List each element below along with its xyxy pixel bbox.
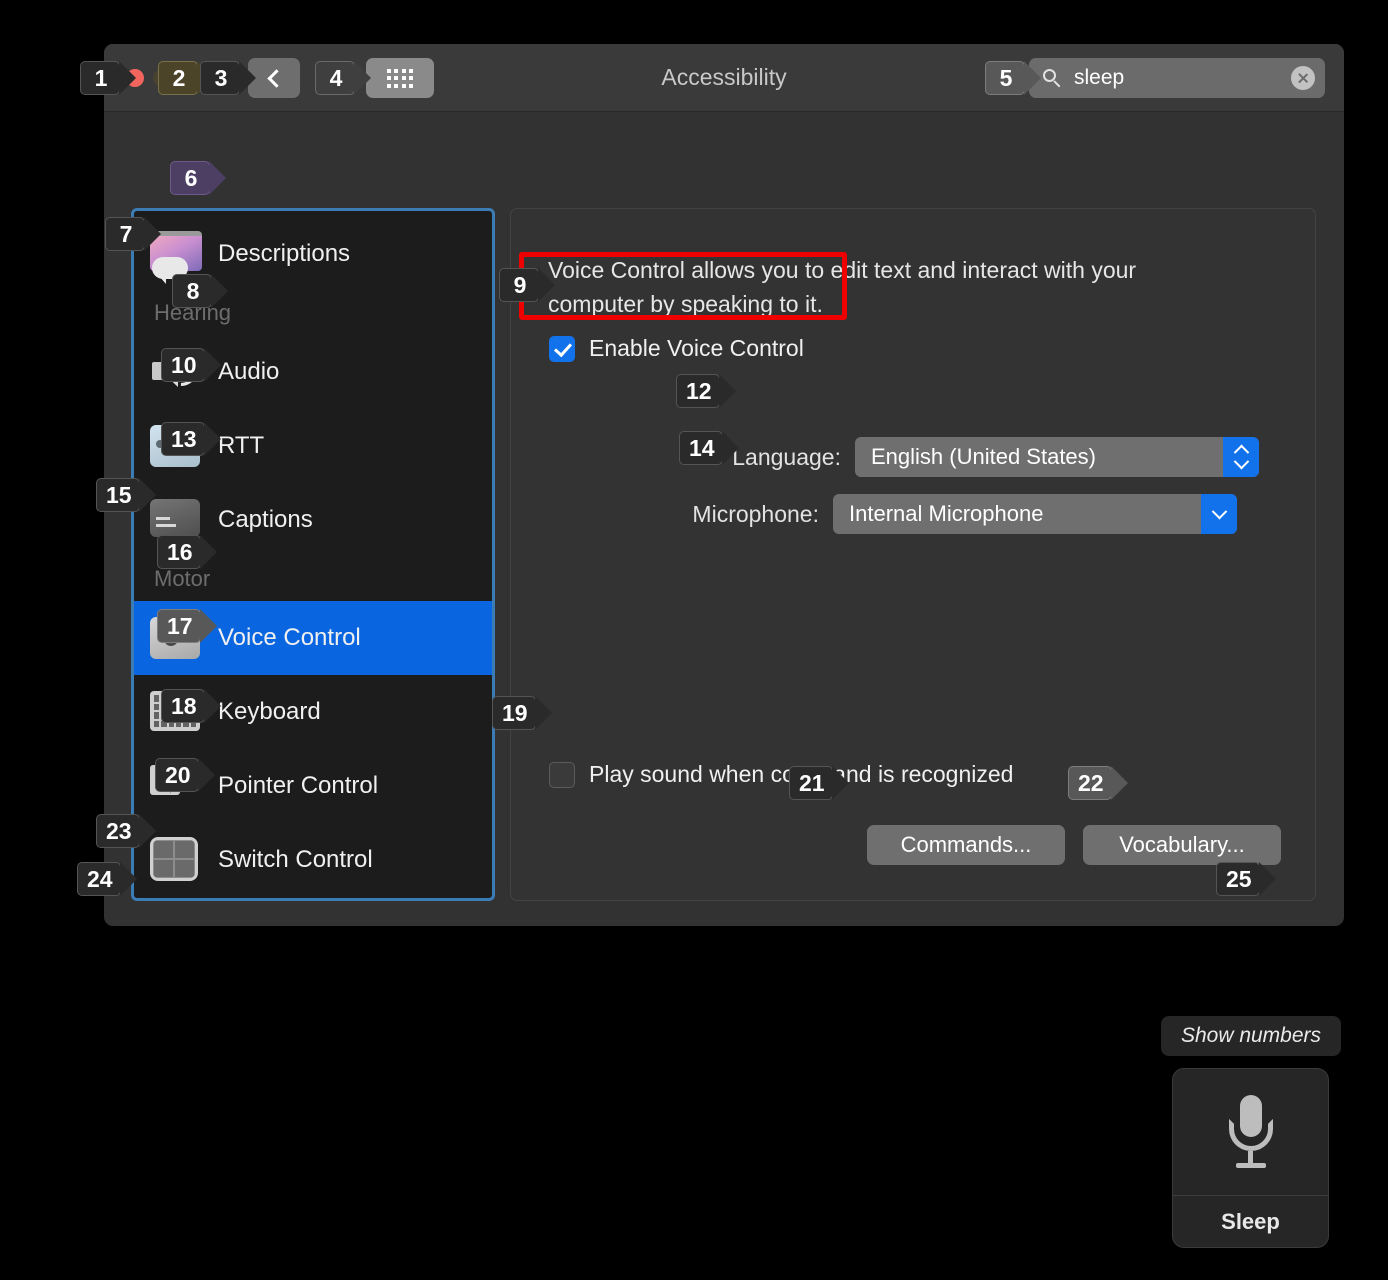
sidebar-item-label: Voice Control	[218, 624, 361, 652]
hud-state-label: Sleep	[1173, 1195, 1328, 1247]
overlay-number-21: 21	[789, 766, 833, 800]
window-body: Descriptions Hearing Audio	[104, 112, 1344, 926]
enable-voice-control-checkbox[interactable]	[549, 336, 575, 362]
sidebar-item-label: Captions	[218, 506, 313, 534]
overlay-number-19: 19	[492, 696, 536, 730]
overlay-number-15: 15	[96, 478, 140, 512]
overlay-number-1: 1	[80, 61, 120, 95]
play-sound-checkbox[interactable]	[549, 762, 575, 788]
overlay-number-4: 4	[315, 61, 355, 95]
commands-button[interactable]: Commands...	[867, 825, 1065, 865]
sidebar-item-label: Pointer Control	[218, 772, 378, 800]
overlay-number-17: 17	[157, 609, 201, 643]
overlay-number-6: 6	[170, 161, 210, 195]
overlay-number-25: 25	[1216, 862, 1260, 896]
play-sound-row[interactable]: Play sound when command is recognized	[549, 761, 1013, 788]
overlay-number-24: 24	[77, 862, 121, 896]
show-numbers-tooltip: Show numbers	[1161, 1016, 1341, 1056]
voice-control-hud[interactable]: Sleep	[1172, 1068, 1329, 1248]
pane-button-row: Commands... Vocabulary...	[867, 825, 1281, 865]
enable-voice-control-row[interactable]: Enable Voice Control	[549, 335, 804, 362]
overlay-number-23: 23	[96, 814, 140, 848]
sidebar-group-general: General	[134, 897, 492, 901]
overlay-number-20: 20	[155, 758, 199, 792]
screenshot-root: Accessibility sleep Descriptions	[0, 0, 1388, 1280]
search-input[interactable]: sleep	[1074, 66, 1291, 90]
voice-control-pane: Voice Control allows you to edit text an…	[510, 208, 1316, 901]
overlay-number-7: 7	[105, 217, 145, 251]
sidebar-item-label: Keyboard	[218, 698, 321, 726]
search-field[interactable]: sleep	[1029, 58, 1325, 98]
language-select[interactable]: English (United States)	[855, 437, 1259, 477]
overlay-number-13: 13	[161, 422, 205, 456]
overlay-number-8: 8	[172, 274, 212, 308]
sidebar-item-label: RTT	[218, 432, 264, 460]
overlay-number-18: 18	[161, 689, 205, 723]
vocabulary-button[interactable]: Vocabulary...	[1083, 825, 1281, 865]
sidebar-item-label: Audio	[218, 358, 279, 386]
window-titlebar: Accessibility sleep	[104, 44, 1344, 112]
chevron-up-down-icon	[1223, 437, 1259, 477]
sidebar-item-label: Descriptions	[218, 240, 350, 268]
sidebar-item-switch-control[interactable]: Switch Control	[134, 823, 492, 897]
clear-search-icon[interactable]	[1291, 66, 1315, 90]
overlay-number-5: 5	[985, 61, 1025, 95]
overlay-number-3: 3	[200, 61, 240, 95]
sidebar-item-label: Switch Control	[218, 846, 373, 874]
search-icon	[1043, 69, 1062, 88]
pane-description: Voice Control allows you to edit text an…	[548, 253, 1208, 321]
overlay-number-9: 9	[499, 268, 539, 302]
overlay-number-22: 22	[1068, 766, 1112, 800]
language-value: English (United States)	[871, 444, 1096, 470]
overlay-number-2: 2	[158, 61, 198, 95]
microphone-select[interactable]: Internal Microphone	[833, 494, 1237, 534]
overlay-number-10: 10	[161, 348, 205, 382]
enable-voice-control-label: Enable Voice Control	[589, 335, 804, 362]
microphone-row: Microphone: Internal Microphone	[589, 494, 1237, 534]
switch-control-icon	[150, 837, 202, 883]
overlay-number-14: 14	[679, 431, 723, 465]
system-preferences-window: Accessibility sleep Descriptions	[104, 44, 1344, 926]
overlay-number-16: 16	[157, 535, 201, 569]
overlay-number-12: 12	[676, 374, 720, 408]
microphone-value: Internal Microphone	[849, 501, 1043, 527]
microphone-icon	[1173, 1069, 1328, 1195]
chevron-down-icon	[1201, 494, 1237, 534]
microphone-label: Microphone:	[589, 501, 819, 528]
